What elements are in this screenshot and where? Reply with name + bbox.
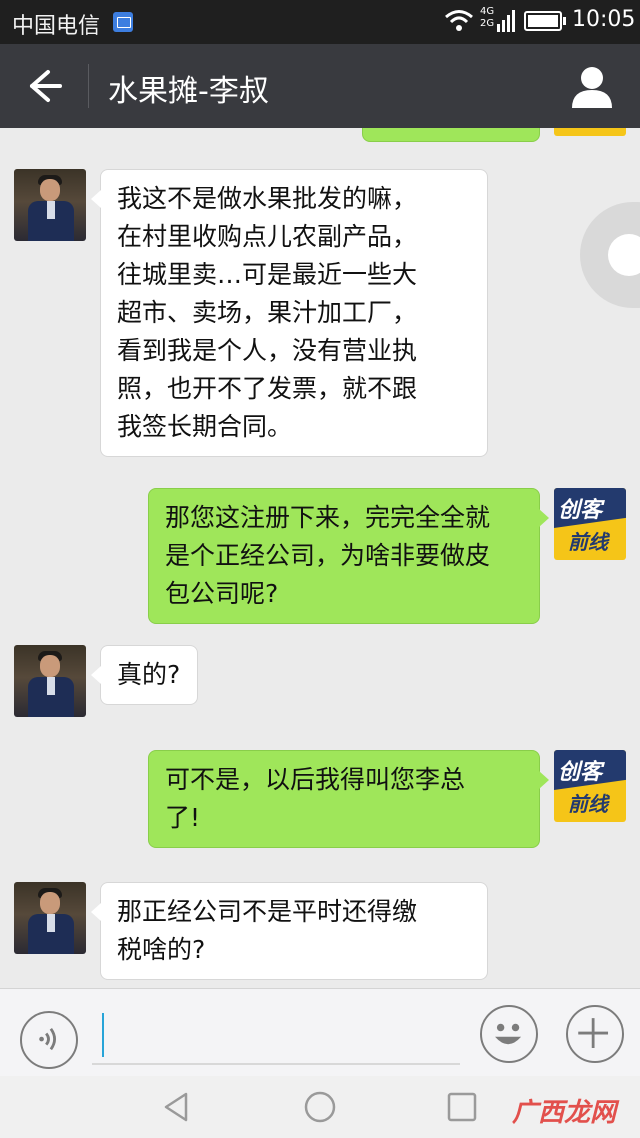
- message-list[interactable]: 我这不是做水果批发的嘛， 在村里收购点儿农副产品， 往城里卖…可是最近一些大 超…: [0, 128, 640, 988]
- network-2g: 2G: [480, 18, 495, 29]
- chat-header: 水果摊-李叔: [0, 44, 640, 128]
- avatar-text-bottom: 前线: [568, 530, 608, 554]
- carrier-name: 中国电信: [12, 14, 101, 39]
- person-icon[interactable]: [566, 64, 618, 110]
- message-text: 真的?: [117, 660, 181, 689]
- gallery-notification-icon: [113, 12, 133, 32]
- floating-assistive-button[interactable]: [580, 202, 640, 308]
- battery-icon: [524, 11, 566, 31]
- outgoing-message[interactable]: 那您这注册下来，完完全全就 是个正经公司，为啥非要做皮 包公司呢?: [148, 488, 549, 624]
- avatar-text-top: 创客: [558, 760, 603, 785]
- message-text: 可不是，以后我得叫您李总 了!: [165, 765, 466, 832]
- network-type: 4G 2G: [480, 6, 494, 30]
- voice-icon[interactable]: [20, 1011, 78, 1069]
- plus-icon[interactable]: [566, 1005, 624, 1063]
- contact-avatar[interactable]: [14, 645, 86, 717]
- status-bar: 中国电信 4G 2G 10:05: [0, 0, 640, 44]
- sender-avatar[interactable]: 创客 前线: [554, 488, 626, 560]
- nav-home-icon[interactable]: [303, 1090, 337, 1124]
- avatar-text-bottom: 前线: [568, 792, 608, 816]
- header-divider: [88, 64, 89, 108]
- system-navigation-bar: 广西龙网: [0, 1076, 640, 1138]
- clock: 10:05: [572, 7, 636, 32]
- wifi-icon: [445, 10, 473, 31]
- message-input[interactable]: [92, 1009, 460, 1065]
- contact-avatar[interactable]: [14, 169, 86, 241]
- message-bubble-partial: [362, 128, 540, 142]
- incoming-message[interactable]: 我这不是做水果批发的嘛， 在村里收购点儿农副产品， 往城里卖…可是最近一些大 超…: [91, 169, 488, 457]
- back-arrow-icon[interactable]: [20, 66, 64, 106]
- nav-back-icon[interactable]: [160, 1090, 194, 1124]
- avatar-text-top: 创客: [558, 498, 603, 523]
- incoming-message[interactable]: 那正经公司不是平时还得缴 税啥的?: [91, 882, 488, 980]
- incoming-message[interactable]: 真的?: [91, 645, 198, 705]
- outgoing-message[interactable]: 可不是，以后我得叫您李总 了!: [148, 750, 549, 848]
- text-cursor: [102, 1013, 104, 1057]
- message-text: 那您这注册下来，完完全全就 是个正经公司，为啥非要做皮 包公司呢?: [165, 503, 491, 608]
- sender-avatar-partial: [554, 128, 626, 136]
- network-4g: 4G: [480, 6, 495, 17]
- sender-avatar[interactable]: 创客 前线: [554, 750, 626, 822]
- signal-icon: [497, 10, 515, 32]
- contact-avatar[interactable]: [14, 882, 86, 954]
- nav-recents-icon[interactable]: [445, 1090, 479, 1124]
- message-text: 那正经公司不是平时还得缴 税啥的?: [117, 897, 418, 964]
- emoji-icon[interactable]: [480, 1005, 538, 1063]
- chat-title: 水果摊-李叔: [108, 74, 269, 109]
- input-bar: [0, 988, 640, 1076]
- message-text: 我这不是做水果批发的嘛， 在村里收购点儿农副产品， 往城里卖…可是最近一些大 超…: [117, 184, 418, 441]
- watermark: 广西龙网: [512, 1098, 617, 1128]
